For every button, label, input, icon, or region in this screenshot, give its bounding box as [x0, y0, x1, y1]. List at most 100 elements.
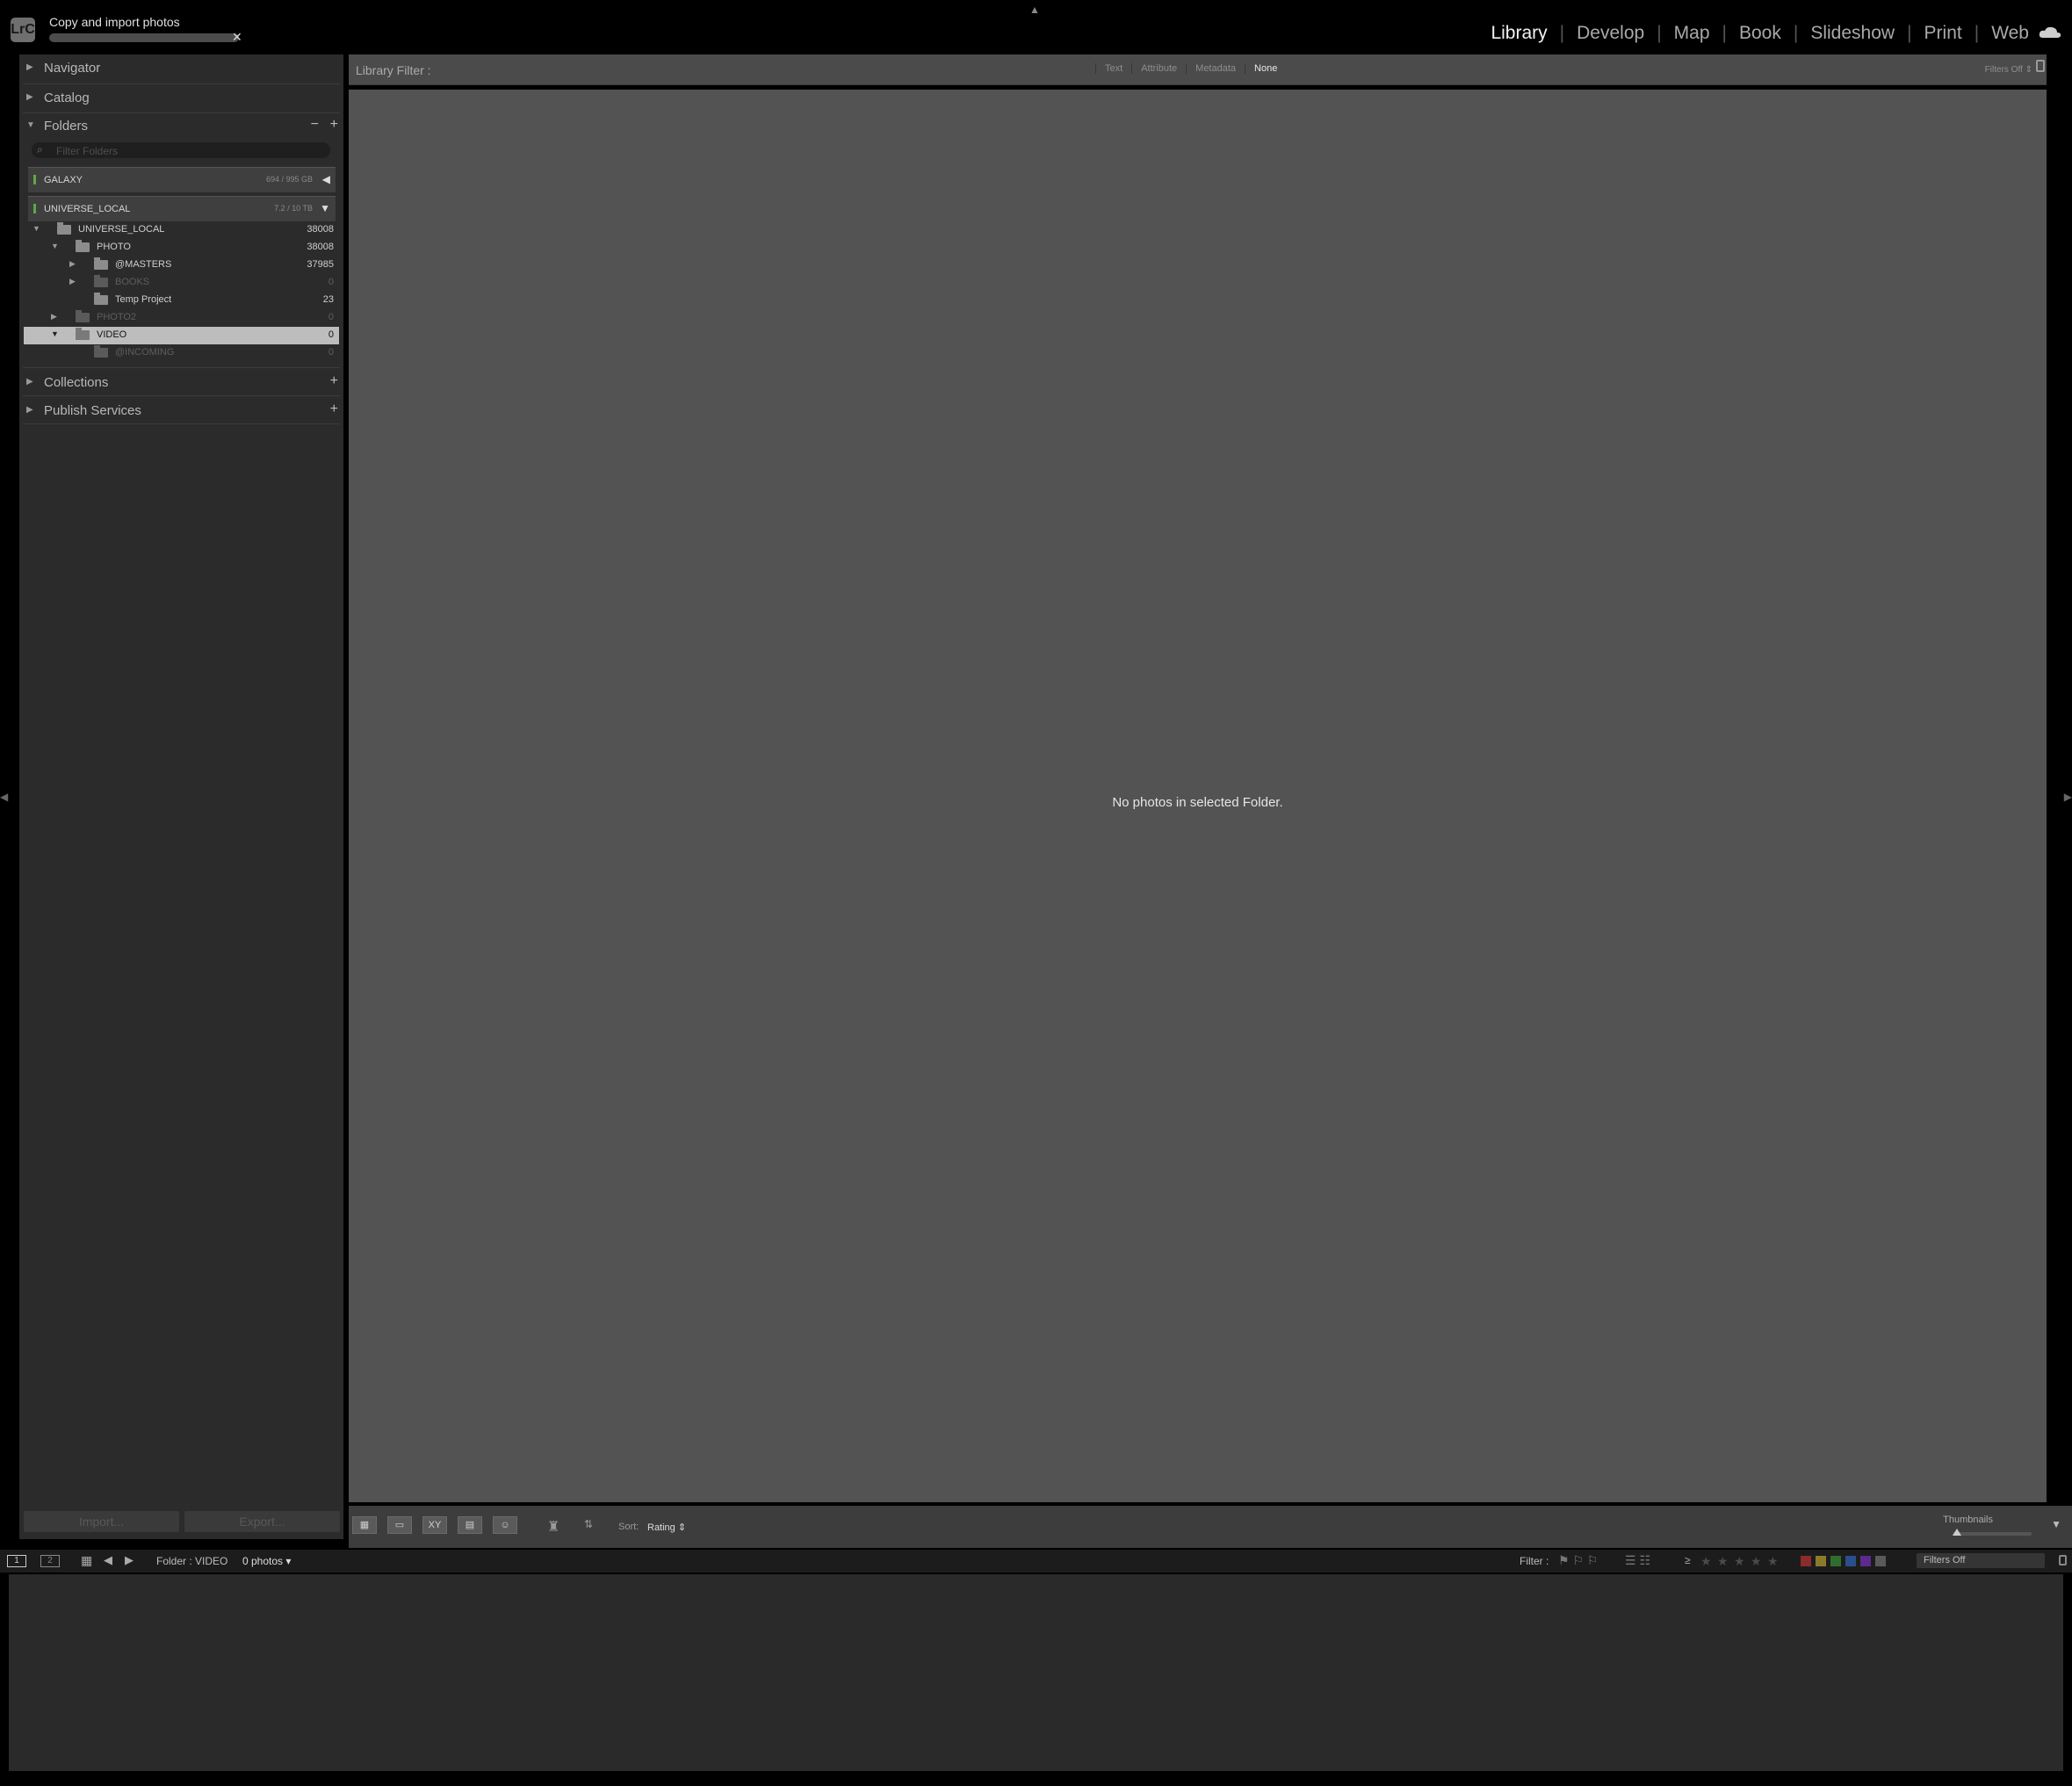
folders-panel-header[interactable]: ▼ Folders − + — [19, 114, 343, 139]
collapse-triangle-icon[interactable]: ▼ — [320, 202, 330, 214]
module-library[interactable]: Library — [1478, 23, 1559, 44]
folder-search-field[interactable]: ⌕ — [32, 142, 330, 160]
star-icon[interactable]: ★ — [1717, 1554, 1729, 1569]
publish-services-panel-header[interactable]: ▶ Publish Services + — [19, 399, 343, 423]
color-label-swatch[interactable] — [1830, 1556, 1841, 1566]
folder-row[interactable]: Temp Project 23 — [24, 292, 339, 309]
spray-can-icon[interactable]: ♜ — [547, 1518, 560, 1536]
main-window-button[interactable]: 1 — [7, 1555, 26, 1567]
close-icon[interactable]: ✕ — [232, 30, 242, 45]
add-folder-icon[interactable]: + — [330, 117, 338, 133]
folder-count: 23 — [322, 294, 334, 305]
star-icon[interactable]: ★ — [1767, 1554, 1779, 1569]
lock-icon[interactable] — [2036, 60, 2045, 72]
right-panel-toggle-icon[interactable]: ▶ — [2064, 791, 2072, 803]
forward-arrow-icon[interactable]: ▶ — [125, 1553, 134, 1567]
loupe-view-icon: ▭ — [394, 1520, 405, 1530]
import-button[interactable]: Import... — [24, 1511, 179, 1532]
folder-row[interactable]: ▶ PHOTO2 0 — [24, 309, 339, 327]
navigator-panel-header[interactable]: ▶ Navigator — [19, 56, 343, 81]
folder-count: 38008 — [307, 224, 334, 235]
rating-operator[interactable]: ≥ — [1685, 1554, 1691, 1566]
back-arrow-icon[interactable]: ◀ — [104, 1553, 112, 1567]
sort-value: Rating — [647, 1522, 675, 1533]
sort-select[interactable]: Rating ⇕ — [647, 1522, 686, 1533]
module-develop[interactable]: Develop — [1564, 23, 1657, 44]
collapse-triangle-icon[interactable]: ▼ — [32, 224, 40, 233]
missing-folder-icon — [94, 293, 108, 305]
thumbnail-size-slider[interactable] — [1953, 1529, 2032, 1536]
module-slideshow[interactable]: Slideshow — [1798, 23, 1907, 44]
sort-label: Sort: — [618, 1522, 639, 1532]
remove-folder-icon[interactable]: − — [311, 117, 319, 133]
folder-search-input[interactable] — [54, 142, 321, 160]
filmstrip[interactable] — [9, 1574, 2063, 1771]
folder-name: @INCOMING — [115, 347, 175, 358]
filter-preset-dropdown[interactable]: Filters Off — [1917, 1553, 2045, 1568]
add-collection-icon[interactable]: + — [330, 373, 338, 389]
filter-label: Filter : — [1520, 1555, 1549, 1567]
expand-triangle-icon[interactable]: ◀ — [322, 173, 330, 185]
star-icon[interactable]: ★ — [1751, 1554, 1762, 1569]
expand-triangle-icon[interactable]: ▶ — [51, 312, 57, 322]
filmstrip-header: 1 2 ▦ ◀ ▶ Folder : VIDEO 0 photos ▾ Filt… — [0, 1550, 2072, 1573]
compare-view-button[interactable]: XY — [422, 1516, 447, 1534]
folder-row[interactable]: ▶ @MASTERS 37985 — [24, 257, 339, 274]
export-button[interactable]: Export... — [184, 1511, 340, 1532]
flag-filter-icons[interactable]: ⚑ ⚐ ⚐ — [1558, 1553, 1598, 1568]
toolbar-content-menu-icon[interactable]: ▼ — [2051, 1518, 2061, 1530]
folder-name: VIDEO — [97, 329, 127, 340]
people-view-button[interactable]: ☺ — [493, 1516, 517, 1534]
volume-galaxy[interactable]: GALAXY 694 / 995 GB ◀ — [28, 167, 336, 192]
module-web[interactable]: Web — [1979, 23, 2041, 44]
color-label-swatch[interactable] — [1875, 1556, 1886, 1566]
left-panel: ▶ Navigator ▶ Catalog ▼ Folders − + ⌕ GA… — [19, 54, 343, 1539]
star-icon[interactable]: ★ — [1734, 1554, 1745, 1569]
cloud-icon[interactable] — [2039, 26, 2061, 39]
color-label-swatch[interactable] — [1801, 1556, 1811, 1566]
loupe-view-button[interactable]: ▭ — [387, 1516, 412, 1534]
folder-row[interactable]: ▼ PHOTO 38008 — [24, 239, 339, 257]
add-publish-service-icon[interactable]: + — [330, 401, 338, 417]
collapse-triangle-icon[interactable]: ▼ — [51, 329, 59, 338]
collapse-top-arrow-icon[interactable]: ▲ — [1029, 4, 1040, 16]
sort-direction-icon[interactable]: ⇅ — [584, 1518, 593, 1530]
grid-icon[interactable]: ▦ — [81, 1553, 92, 1568]
folder-row[interactable]: ▼ UNIVERSE_LOCAL 38008 — [24, 221, 339, 239]
edit-filter-icons[interactable]: ☰ ☷ — [1625, 1553, 1650, 1568]
module-book[interactable]: Book — [1727, 23, 1794, 44]
filter-tab-text[interactable]: Text — [1095, 63, 1131, 74]
survey-view-button[interactable]: ▤ — [458, 1516, 482, 1534]
volume-universe-local[interactable]: UNIVERSE_LOCAL 7.2 / 10 TB ▼ — [28, 196, 336, 221]
divider — [23, 423, 340, 424]
lock-icon[interactable] — [2059, 1555, 2067, 1565]
star-icon[interactable]: ★ — [1700, 1554, 1712, 1569]
navigator-label: Navigator — [44, 61, 101, 76]
photo-grid[interactable]: No photos in selected Folder. — [349, 90, 2047, 1502]
expand-triangle-icon[interactable]: ▶ — [69, 259, 76, 269]
photo-count-select[interactable]: 0 photos ▾ — [242, 1555, 291, 1567]
filter-tab-attribute[interactable]: Attribute — [1131, 63, 1186, 74]
color-label-swatch[interactable] — [1816, 1556, 1826, 1566]
collapse-triangle-icon[interactable]: ▼ — [51, 242, 59, 250]
module-print[interactable]: Print — [1912, 23, 1975, 44]
secondary-window-button[interactable]: 2 — [40, 1555, 60, 1567]
filter-tab-metadata[interactable]: Metadata — [1186, 63, 1245, 74]
folder-name: @MASTERS — [115, 259, 172, 270]
color-label-swatch[interactable] — [1860, 1556, 1871, 1566]
folder-row-selected[interactable]: ▼ VIDEO 0 — [24, 327, 339, 344]
filter-tab-none[interactable]: None — [1245, 63, 1286, 74]
catalog-panel-header[interactable]: ▶ Catalog — [19, 86, 343, 111]
folder-row[interactable]: @INCOMING 0 — [24, 344, 339, 362]
collections-panel-header[interactable]: ▶ Collections + — [19, 371, 343, 395]
folder-icon — [94, 257, 108, 270]
module-map[interactable]: Map — [1662, 23, 1722, 44]
left-panel-toggle-icon[interactable]: ◀ — [0, 791, 8, 803]
filter-preset-select[interactable]: Filters Off ⇕ — [1985, 65, 2032, 75]
expand-triangle-icon[interactable]: ▶ — [69, 277, 76, 286]
folder-row[interactable]: ▶ BOOKS 0 — [24, 274, 339, 292]
slider-knob[interactable] — [1953, 1529, 1961, 1536]
folder-count: 38008 — [307, 242, 334, 252]
color-label-swatch[interactable] — [1845, 1556, 1856, 1566]
grid-view-button[interactable]: ▦ — [352, 1516, 377, 1534]
